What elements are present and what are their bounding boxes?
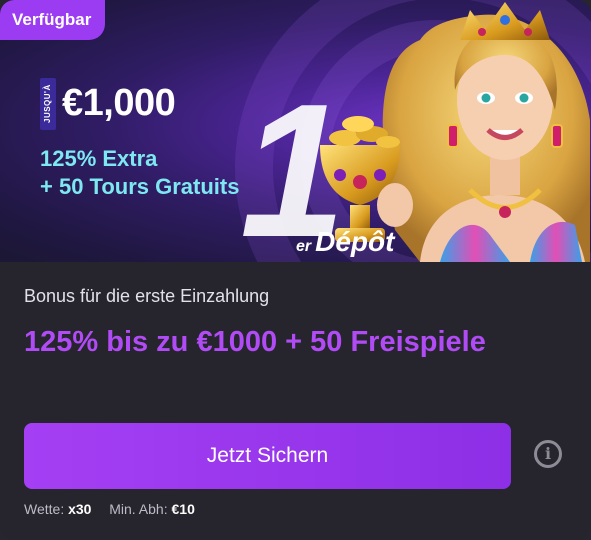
wager-label: Wette: (24, 501, 65, 517)
wager-value: x30 (68, 501, 92, 517)
min-deposit-label: Min. Abh: (109, 501, 168, 517)
bonus-terms: Wette: x30 Min. Abh: €10 (24, 501, 195, 517)
queen-illustration (320, 2, 590, 262)
deposit-label: er Dépôt (296, 226, 394, 258)
deposit-word: Dépôt (315, 226, 395, 257)
claim-button[interactable]: Jetzt Sichern (24, 423, 511, 489)
availability-badge: Verfügbar (0, 0, 106, 40)
bonus-card: 1 er Dépôt JUSQU'À €1,000 125% Extra + 5… (0, 0, 591, 540)
banner-extra-line2: + 50 Tours Gratuits (40, 174, 240, 199)
bonus-subtitle: Bonus für die erste Einzahlung (24, 286, 270, 306)
bonus-offer-title: 125% bis zu €1000 + 50 Freispiele (24, 326, 486, 358)
banner-extra: 125% Extra + 50 Tours Gratuits (40, 145, 239, 201)
min-deposit-value: €10 (171, 501, 195, 517)
deposit-suffix: er (296, 238, 312, 255)
banner-amount: €1,000 (62, 82, 176, 124)
banner-extra-line1: 125% Extra (40, 146, 158, 171)
info-icon[interactable]: i (534, 440, 562, 468)
upto-tag: JUSQU'À (40, 78, 56, 130)
